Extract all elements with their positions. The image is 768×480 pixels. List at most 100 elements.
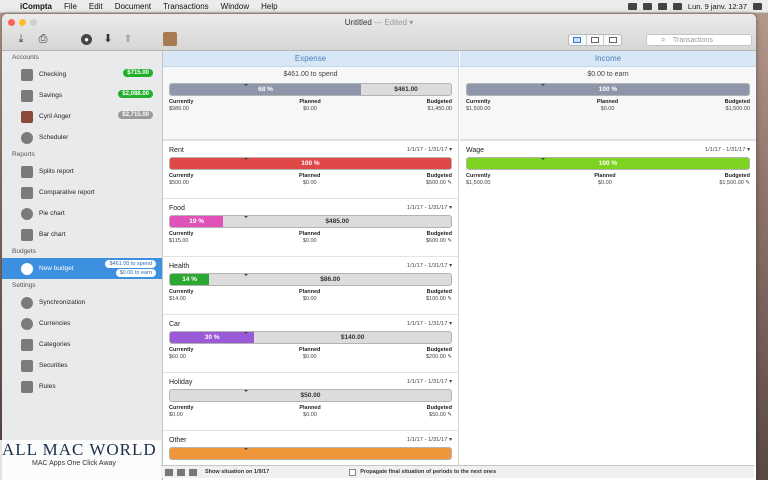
budget-category-row[interactable]: Rent 1/1/17 - 1/31/17 ▾ 100 % Currently $500… [163, 140, 458, 198]
watermark-title: ALL MAC WORLD [2, 440, 157, 459]
category-totals: Currently $115.00 Planned $0.00 Budgeted $600… [169, 231, 452, 244]
bar-remaining: $485.00 [325, 218, 349, 225]
menu-app[interactable]: iCompta [20, 0, 52, 13]
sidebar-item-bar-chart[interactable]: Bar chart [2, 224, 162, 245]
sidebar-item-new-budget[interactable]: New budget $461.00 to spend $0.00 to earn [2, 258, 162, 279]
category-name: Holiday [169, 379, 193, 386]
clock[interactable]: Lun. 9 janv. 12:37 [688, 2, 747, 11]
list-view-icon[interactable] [587, 35, 605, 45]
budget-category-row[interactable]: Wage 1/1/17 - 1/31/17 ▾ 100 % Currently $1,5… [460, 140, 756, 198]
period-dropdown[interactable]: 1/1/17 - 1/31/17 ▾ [705, 147, 750, 155]
today-marker [243, 216, 249, 218]
edit-budget-value[interactable]: $100.00 ✎ [426, 296, 452, 302]
spotlight-icon[interactable] [753, 3, 762, 10]
split-view-icon[interactable] [604, 35, 621, 45]
sidebar-item-scheduler[interactable]: Scheduler [2, 127, 162, 148]
balance-badge: $715.00 [123, 69, 153, 77]
category-totals: Currently $500.00 Planned $0.00 Budgeted $500… [169, 173, 452, 186]
budget-category-row[interactable]: Health 1/1/17 - 1/31/17 ▾ 14 % $86.00 Curren… [163, 256, 458, 314]
today-marker [243, 274, 249, 276]
menu-edit[interactable]: Edit [89, 0, 103, 13]
sidebar-item-categories[interactable]: Categories [2, 334, 162, 355]
category-totals: Currently $0.00 Planned $0.00 Budgeted $50.00… [169, 405, 452, 418]
edit-budget-value[interactable]: $50.00 ✎ [429, 412, 452, 418]
search-input[interactable]: Transactions [646, 34, 752, 46]
category-bar: 19 % $485.00 [169, 215, 452, 228]
category-totals: Currently $60.00 Planned $0.00 Budgeted $200.… [169, 347, 452, 360]
sidebar-item-cyril-anger[interactable]: Cyril Anger $2,715.00 [2, 106, 162, 127]
sidebar-item-currencies[interactable]: Currencies [2, 313, 162, 334]
upload-icon[interactable]: ⬆ [121, 32, 135, 46]
view-switcher[interactable] [568, 34, 622, 46]
bank-icon [21, 68, 33, 81]
menu-transactions[interactable]: Transactions [163, 0, 209, 13]
to-earn-badge: $0.00 to earn [115, 269, 156, 277]
watermark: ALL MAC WORLD MAC Apps One Click Away [0, 440, 161, 480]
sidebar-item-securities[interactable]: Securities [2, 355, 162, 376]
to-spend-text: $461.00 to spend [283, 71, 338, 78]
sidebar-view-icon[interactable] [569, 35, 587, 45]
today-marker [243, 158, 249, 160]
menu-window[interactable]: Window [221, 0, 249, 13]
toolbar: Untitled — Edited ▾ ⤓ ⎙ ● ⬇ ⬆ Transactio… [2, 14, 756, 51]
currency-icon [21, 317, 33, 330]
sidebar-item-pie-chart[interactable]: Pie chart [2, 203, 162, 224]
download-icon[interactable]: ⬇ [101, 32, 115, 46]
sidebar-item-splits-report[interactable]: Splits report [2, 161, 162, 182]
report-icon [21, 186, 33, 199]
gauge-icon [21, 262, 33, 275]
print-icon[interactable]: ⎙ [36, 32, 50, 46]
edit-budget-value[interactable]: $1,500.00 ✎ [719, 180, 750, 186]
period-dropdown[interactable]: 1/1/17 - 1/31/17 ▾ [407, 321, 452, 329]
to-earn-text: $0.00 to earn [587, 71, 629, 78]
category-bar: $50.00 [169, 389, 452, 402]
sidebar: Accounts Checking $715.00 Savings $2,088.0… [2, 51, 163, 480]
sidebar-item-checking[interactable]: Checking $715.00 [2, 64, 162, 85]
period-dropdown[interactable]: 1/1/17 - 1/31/17 ▾ [407, 437, 452, 445]
clock-icon [21, 131, 33, 144]
import-icon[interactable]: ⤓ [14, 32, 28, 46]
bar-fill: 100 % [170, 158, 451, 169]
list-icon[interactable] [177, 468, 185, 476]
inspector-icon[interactable] [163, 32, 177, 46]
status-icon-1[interactable] [627, 3, 637, 10]
sidebar-item-synchronization[interactable]: Synchronization [2, 292, 162, 313]
menu-help[interactable]: Help [261, 0, 277, 13]
menu-bar: iCompta File Edit Document Transactions … [0, 0, 768, 13]
sidebar-item-rules[interactable]: Rules [2, 376, 162, 397]
income-column: Income $0.00 to earn 100 % Currently $1,5… [460, 51, 756, 467]
bank-icon [21, 89, 33, 102]
edit-budget-value[interactable]: $600.00 ✎ [426, 238, 452, 244]
menu-document[interactable]: Document [115, 0, 151, 13]
edit-budget-value[interactable]: $200.00 ✎ [426, 354, 452, 360]
expense-total-bar: 68 % $461.00 [169, 83, 452, 96]
sidebar-item-comparative-report[interactable]: Comparative report [2, 182, 162, 203]
category-bar: 30 % $140.00 [169, 331, 452, 344]
show-situation-date[interactable]: Show situation on 1/9/17 [205, 469, 269, 475]
period-dropdown[interactable]: 1/1/17 - 1/31/17 ▾ [407, 205, 452, 213]
budget-category-row[interactable]: Food 1/1/17 - 1/31/17 ▾ 19 % $485.00 Current… [163, 198, 458, 256]
period-dropdown[interactable]: 1/1/17 - 1/31/17 ▾ [407, 379, 452, 387]
reconcile-icon[interactable]: ● [81, 34, 92, 45]
period-dropdown[interactable]: 1/1/17 - 1/31/17 ▾ [407, 147, 452, 155]
battery-icon[interactable] [672, 3, 682, 10]
status-icon-2[interactable] [642, 3, 652, 10]
budget-category-row[interactable]: Car 1/1/17 - 1/31/17 ▾ 30 % $140.00 Currentl… [163, 314, 458, 372]
budget-category-row[interactable]: Holiday 1/1/17 - 1/31/17 ▾ $50.00 Currently… [163, 372, 458, 430]
category-bar: 14 % $86.00 [169, 273, 452, 286]
calendar-icon[interactable] [165, 468, 173, 476]
edit-budget-value[interactable]: $500.00 ✎ [426, 180, 452, 186]
period-dropdown[interactable]: 1/1/17 - 1/31/17 ▾ [407, 263, 452, 271]
menu-file[interactable]: File [64, 0, 77, 13]
summary-icon[interactable] [189, 468, 197, 476]
category-name: Food [169, 205, 185, 212]
wifi-icon[interactable] [657, 3, 667, 10]
sidebar-item-savings[interactable]: Savings $2,088.00 [2, 85, 162, 106]
propagate-checkbox[interactable] [349, 468, 357, 476]
bar-fill: 100 % [467, 84, 749, 95]
pie-chart-icon [21, 207, 33, 220]
avatar [21, 110, 33, 123]
today-marker [540, 158, 546, 160]
bar-remaining: $461.00 [394, 86, 418, 93]
expense-column: Expense $461.00 to spend 68 % $461.00 Cu… [163, 51, 459, 467]
